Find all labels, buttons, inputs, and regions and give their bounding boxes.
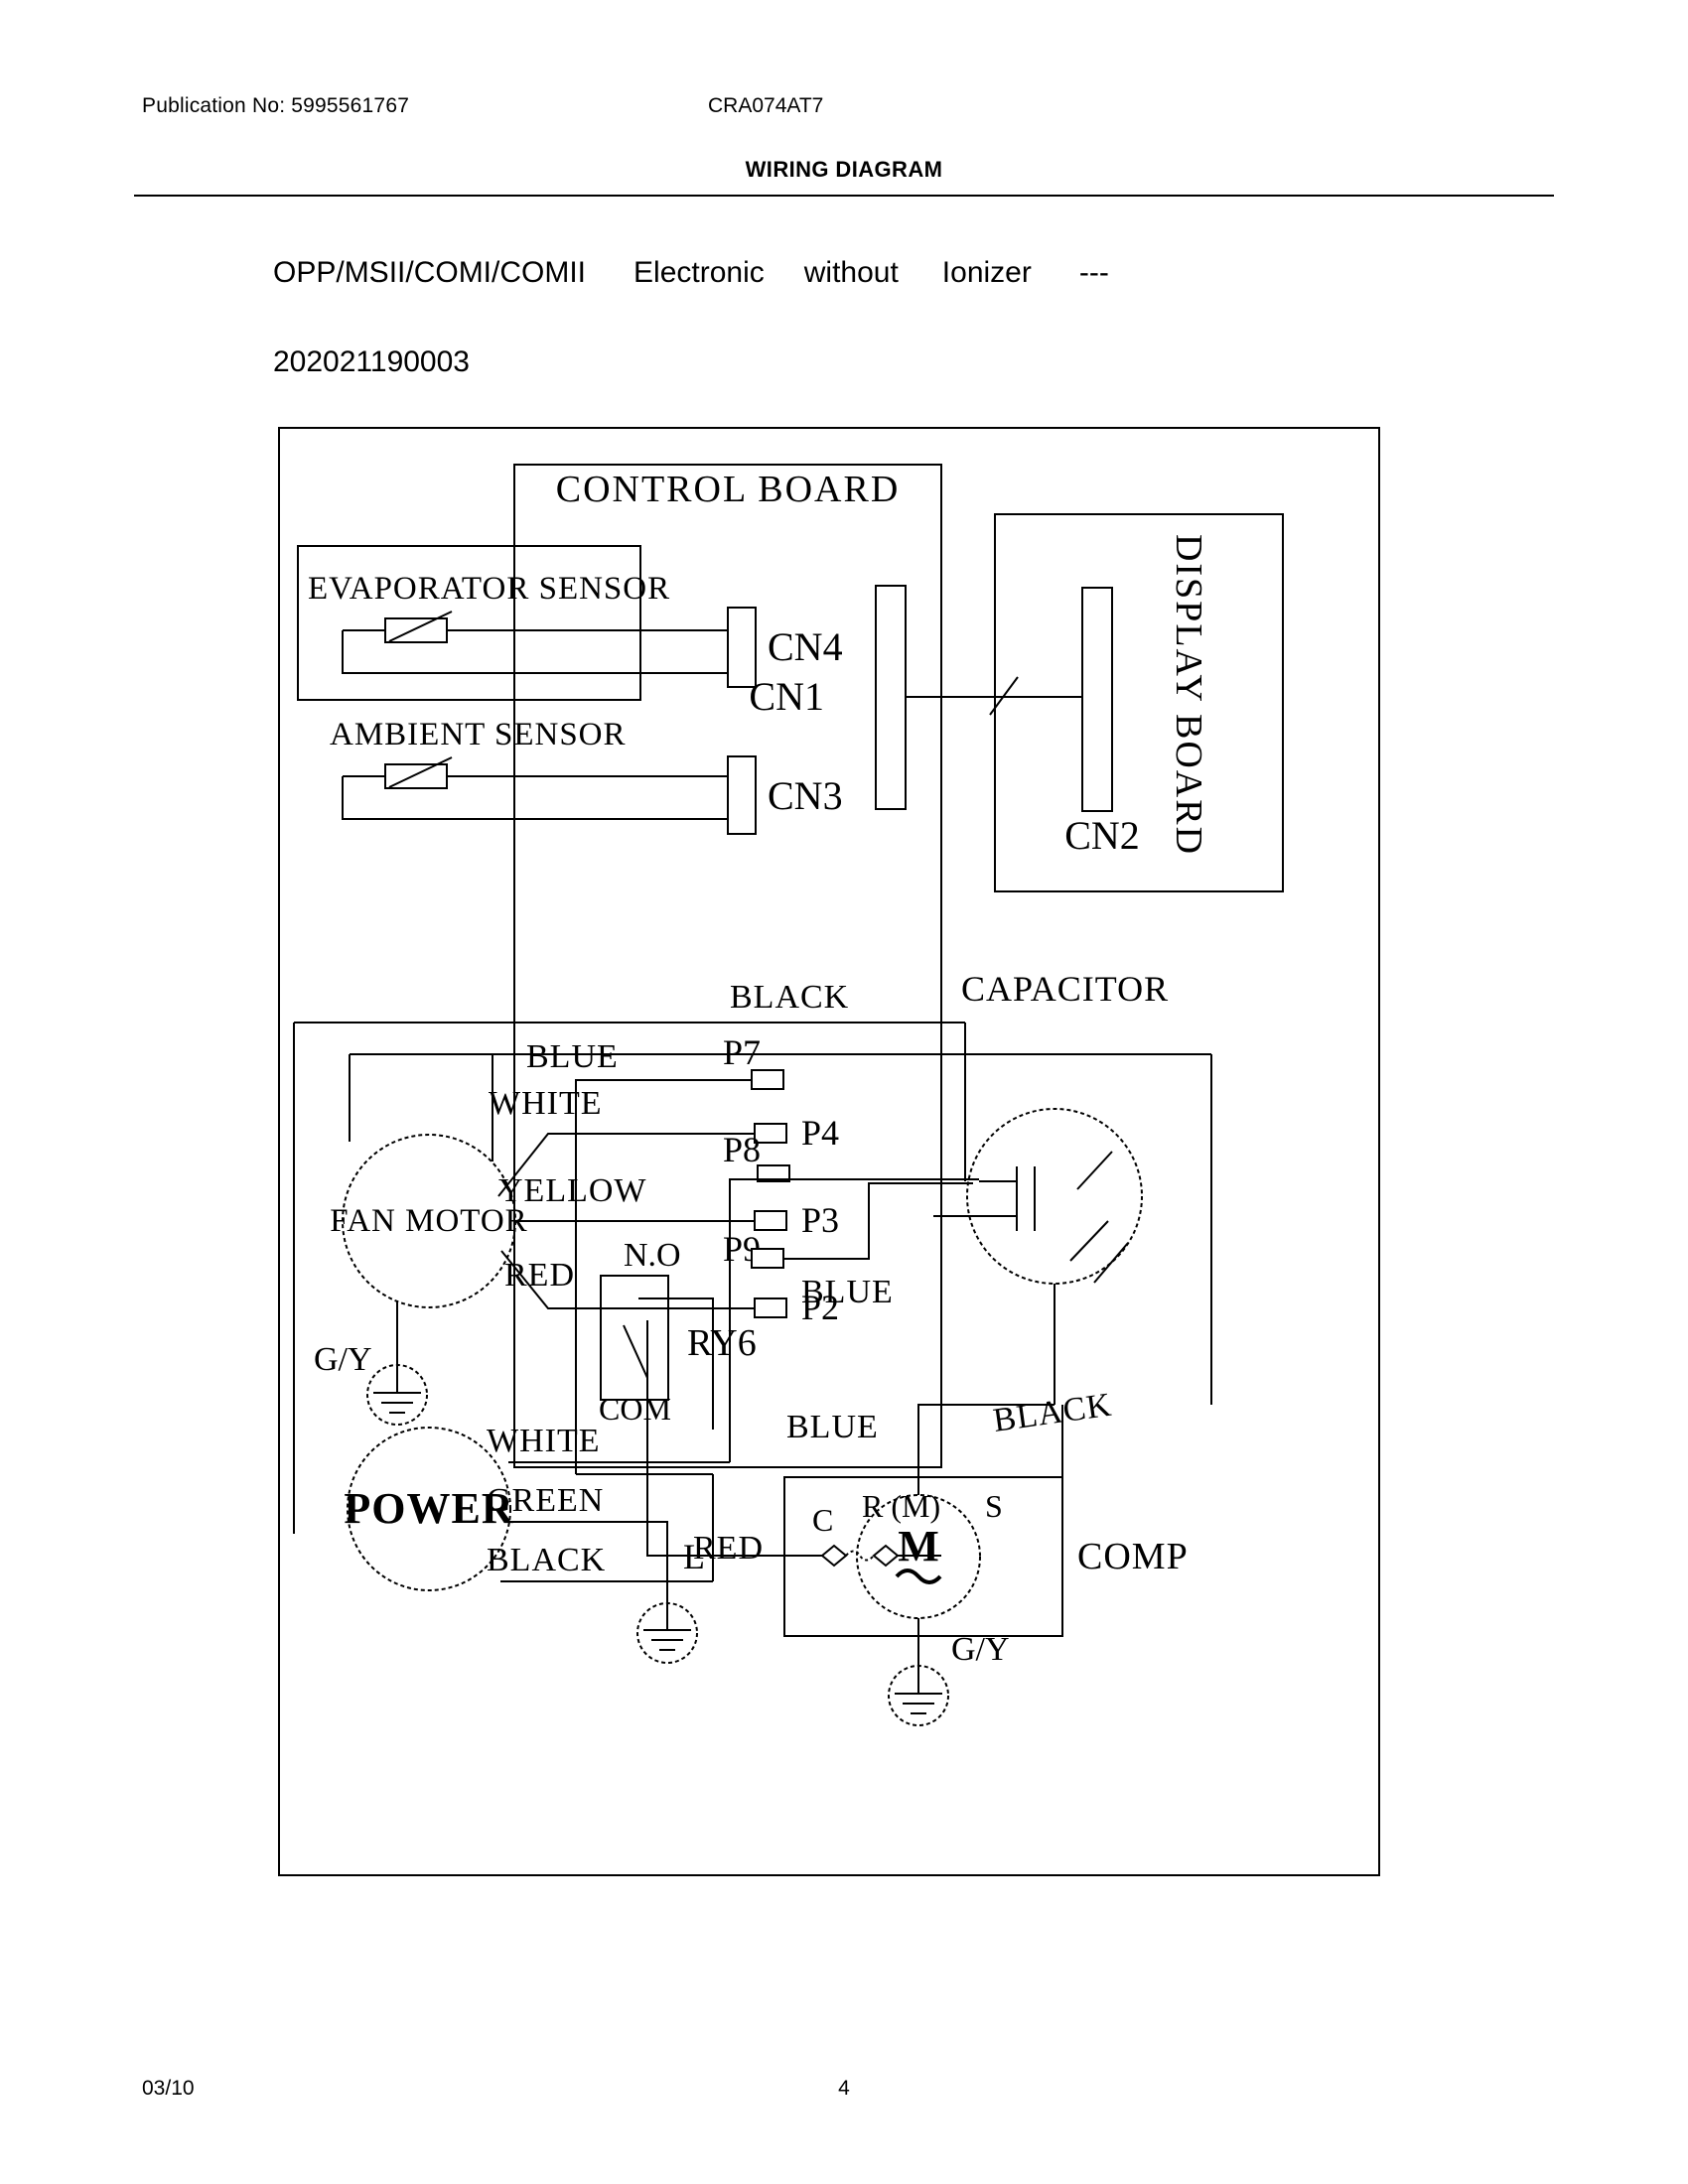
cn3-label: CN3 <box>768 773 843 818</box>
fan-wire-label-blue: BLUE <box>526 1038 619 1075</box>
relay-label: RY6 <box>687 1322 757 1364</box>
description-feature: Ionizer <box>941 256 1032 289</box>
p8-label: P8 <box>723 1130 761 1169</box>
p7-label: P7 <box>723 1032 761 1072</box>
fan-wire-label-white: WHITE <box>489 1085 603 1122</box>
blue-comp-label: BLUE <box>786 1409 879 1445</box>
footer-page-number: 4 <box>838 2077 850 2100</box>
capacitor-label: CAPACITOR <box>961 969 1169 1009</box>
cn2-connector <box>1081 587 1113 812</box>
p3-terminal <box>754 1210 787 1231</box>
fan-ground-symbol <box>373 1372 421 1414</box>
model-number: CRA074AT7 <box>708 94 824 117</box>
display-board-label: DISPLAY BOARD <box>1168 534 1209 856</box>
p9-terminal <box>751 1248 784 1269</box>
wiring-schematic: CONTROL BOARD EVAPORATOR SENSOR CN4 AMBI… <box>278 427 1380 1876</box>
description-variants: OPP/MSII/COMI/COMII <box>273 256 587 289</box>
diagram-description: OPP/MSII/COMI/COMII Electronic without Ioni… <box>273 256 1109 290</box>
cn4-label: CN4 <box>768 624 843 669</box>
publication-number: Publication No: 5995561767 <box>142 94 410 117</box>
cn2-label: CN2 <box>1064 813 1140 858</box>
diagram-code: 202021190003 <box>273 345 470 378</box>
header-divider <box>134 195 1554 197</box>
description-dash: --- <box>1078 256 1109 289</box>
power-ground-symbol <box>643 1606 691 1651</box>
p4-label: P4 <box>801 1113 839 1153</box>
compressor-label: COMP <box>1077 1536 1189 1577</box>
power-wire-label-green: GREEN <box>487 1482 604 1519</box>
p2-terminal <box>754 1297 787 1318</box>
compressor-ground-label: G/Y <box>951 1631 1010 1668</box>
compressor-ground-symbol <box>895 1672 942 1714</box>
control-board-label: CONTROL BOARD <box>556 469 901 510</box>
compressor-terminal-s: S <box>985 1488 1003 1524</box>
fan-wire-label-red: RED <box>504 1257 575 1294</box>
relay-box <box>600 1275 669 1401</box>
black-comp-label: BLACK <box>991 1387 1114 1439</box>
page-title: WIRING DIAGRAM <box>745 157 943 182</box>
cn1-connector <box>875 585 907 810</box>
power-wire-label-white: WHITE <box>487 1423 601 1459</box>
relay-no-label: N.O <box>624 1237 681 1274</box>
compressor-terminal-c: C <box>812 1502 833 1538</box>
blue-p9-label: BLUE <box>801 1274 894 1310</box>
fan-motor-ground-label: G/Y <box>314 1341 372 1378</box>
p3-label: P3 <box>801 1200 839 1240</box>
relay-contact-arm <box>623 1324 648 1379</box>
p7-terminal <box>751 1069 784 1090</box>
fan-wire-label-yellow: YELLOW <box>498 1172 647 1209</box>
relay-com-label: COM <box>599 1391 671 1427</box>
cn1-label: CN1 <box>749 674 824 719</box>
wiring-diagram-page: Publication No: 5995561767 CRA074AT7 WIR… <box>0 0 1688 2184</box>
compressor-overload-protector <box>820 1544 900 1568</box>
red-comp-label: RED <box>693 1530 764 1567</box>
ambient-sensor-label: AMBIENT SENSOR <box>330 717 627 752</box>
evaporator-sensor-label: EVAPORATOR SENSOR <box>308 571 670 607</box>
power-wire-label-black: BLACK <box>487 1542 606 1578</box>
capacitor-plates <box>979 1166 1036 1231</box>
compressor-motor-symbol: M <box>898 1522 939 1570</box>
compressor-terminal-r: R (M) <box>862 1488 940 1524</box>
black-top-wire-label: BLACK <box>730 979 849 1016</box>
evaporator-sensor-box <box>297 545 641 701</box>
capacitor-hatch <box>1069 1151 1129 1284</box>
description-preposition: without <box>803 256 899 289</box>
compressor-motor-wave <box>895 1569 942 1584</box>
description-control-type: Electronic <box>633 256 765 289</box>
cn3-connector <box>727 755 757 835</box>
